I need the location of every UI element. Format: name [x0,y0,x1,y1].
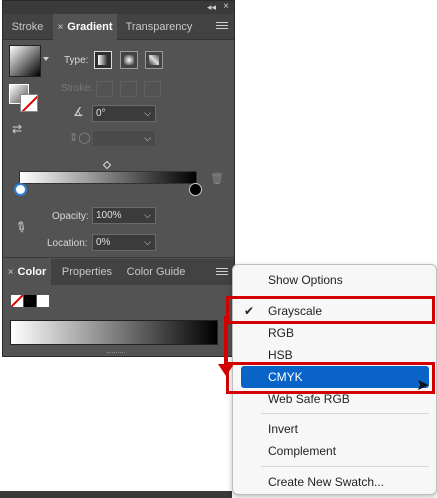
chevron-down-icon[interactable]: ⌵ [144,235,151,250]
cursor-icon: ➤ [416,377,430,394]
tab-color-label: Color [17,266,47,278]
menu-divider [261,466,429,467]
callout-arrow-line [224,316,228,366]
stroke-option-1-button [96,81,113,97]
tab-close-icon[interactable]: × [57,22,63,33]
angle-value: 0° [96,108,106,119]
angle-dropdown[interactable]: 0° ⌵ [92,105,156,122]
gradient-panel: ◂◂ × Stroke × Gradient Transparency ⇄ Typ… [2,0,235,357]
freeform-gradient-icon [149,55,159,65]
gradient-thumbnail[interactable] [9,45,41,77]
type-label: Type: [64,55,89,66]
menu-item-invert[interactable]: Invert [233,418,436,440]
tab-transparency[interactable]: Transparency [119,14,199,40]
location-dropdown[interactable]: 0% ⌵ [92,234,156,251]
freeform-gradient-button[interactable] [145,51,163,69]
aspect-ratio-icon: ⇕◯ [69,132,91,144]
tab-gradient-label: Gradient [67,21,113,33]
chevron-down-icon[interactable]: ⌵ [144,208,151,223]
menu-item-complement[interactable]: Complement [233,440,436,462]
linear-gradient-icon [98,55,108,65]
trash-icon: 🗑 [210,173,224,185]
tab-properties[interactable]: Properties [55,259,119,285]
none-swatch[interactable] [11,295,23,307]
stroke-option-2-button [120,81,137,97]
gradient-preset-chevron-icon[interactable] [43,57,49,61]
aspect-ratio-dropdown: ⌵ [92,130,156,147]
menu-divider [261,413,429,414]
tab-color[interactable]: × Color [3,259,51,285]
chevron-down-icon[interactable]: ⌵ [144,106,151,121]
grayscale-callout-box [226,296,435,324]
gradient-slider[interactable] [19,171,197,184]
radial-gradient-button[interactable] [120,51,138,69]
gradient-midpoint-handle[interactable] [102,160,112,170]
grayscale-spectrum-bar[interactable] [10,320,218,345]
gradient-stop-black[interactable] [189,183,202,196]
background-strip [0,491,232,498]
location-label: Location: [47,238,88,249]
menu-item-rgb[interactable]: RGB [233,322,436,344]
color-panel-tabbar: × Color Properties Color Guide [3,259,234,285]
gradient-stop-white[interactable] [14,183,27,196]
panel-resize-grip[interactable] [107,352,125,354]
panel-tabbar: Stroke × Gradient Transparency [3,14,234,40]
menu-item-create-new-swatch[interactable]: Create New Swatch... [233,471,436,493]
stroke-swatch[interactable] [20,94,38,112]
eyedropper-icon[interactable]: ✎ [11,217,31,238]
opacity-dropdown[interactable]: 100% ⌵ [92,207,156,224]
panel-title-strip: ◂◂ × [3,1,234,14]
angle-icon: ∡ [73,105,84,119]
close-icon[interactable]: × [223,1,229,13]
swap-fill-stroke-icon[interactable]: ⇄ [12,122,22,136]
tab-stroke[interactable]: Stroke [3,14,52,40]
cmyk-callout-box [226,362,435,394]
panel-menu-icon[interactable] [216,20,228,32]
tab-color-guide[interactable]: Color Guide [121,259,191,285]
stroke-option-3-button [144,81,161,97]
chevron-down-icon: ⌵ [144,133,151,143]
opacity-value: 100% [96,210,122,221]
collapse-icon[interactable]: ◂◂ [207,1,216,13]
linear-gradient-button[interactable] [94,51,112,69]
black-swatch[interactable] [24,295,36,307]
callout-arrow-head [218,364,234,376]
location-value: 0% [96,237,111,248]
menu-item-show-options[interactable]: Show Options [233,269,436,291]
tab-close-icon[interactable]: × [8,267,14,278]
color-panel-menu-icon[interactable] [216,266,228,278]
radial-gradient-icon [124,55,134,65]
tab-gradient[interactable]: × Gradient [53,14,117,40]
white-swatch[interactable] [37,295,49,307]
opacity-label: Opacity: [52,211,89,222]
panel-divider [3,257,234,258]
stroke-label: Stroke: [61,83,93,94]
